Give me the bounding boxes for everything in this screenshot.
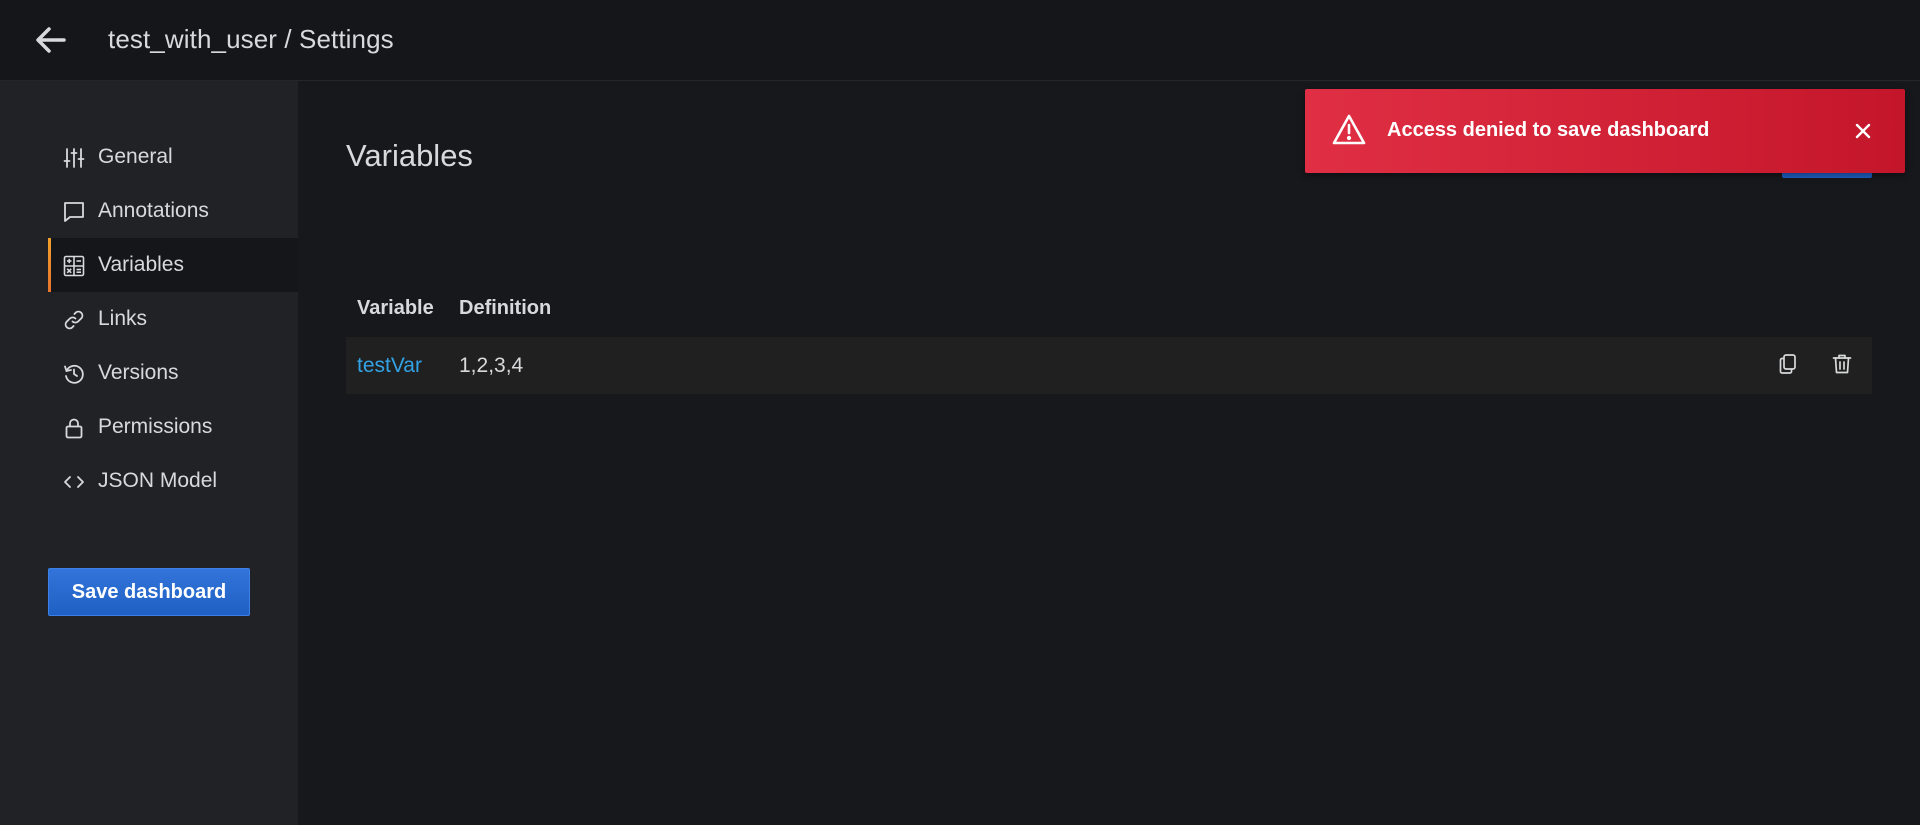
code-brackets-icon: [63, 471, 85, 493]
top-bar: test_with_user / Settings: [0, 0, 1920, 81]
sidebar-item-label: Permissions: [98, 415, 213, 438]
trash-icon[interactable]: [1828, 350, 1856, 378]
sidebar-item-versions[interactable]: Versions: [48, 346, 298, 400]
variable-definition: 1,2,3,4: [459, 354, 524, 377]
sidebar-item-label: Links: [98, 307, 148, 330]
sidebar-item-label: Variables: [98, 253, 184, 276]
back-button[interactable]: [26, 20, 74, 60]
settings-sidebar: General Annotations Variables Links Vers…: [0, 81, 298, 825]
sidebar-item-label: General: [98, 145, 173, 168]
page-title: test_with_user / Settings: [108, 24, 394, 54]
alert-message: Access denied to save dashboard: [1387, 119, 1710, 141]
close-icon[interactable]: [1849, 117, 1877, 145]
lock-icon: [63, 417, 85, 439]
column-header-variable: Variable: [357, 297, 434, 319]
sliders-icon: [63, 147, 85, 169]
sidebar-item-label: JSON Model: [98, 469, 218, 492]
sidebar-item-links[interactable]: Links: [48, 292, 298, 346]
sidebar-item-json-model[interactable]: JSON Model: [48, 454, 298, 508]
comment-icon: [63, 201, 85, 223]
sidebar-item-label: Annotations: [98, 199, 209, 222]
calculator-icon: [63, 255, 85, 277]
table-row: testVar 1,2,3,4: [346, 337, 1872, 394]
link-icon: [63, 309, 85, 331]
sidebar-item-permissions[interactable]: Permissions: [48, 400, 298, 454]
page-heading: Variables: [346, 138, 473, 173]
sidebar-item-annotations[interactable]: Annotations: [48, 184, 298, 238]
arrow-left-icon: [36, 27, 66, 53]
column-header-definition: Definition: [459, 297, 552, 319]
variable-name-link[interactable]: testVar: [357, 354, 422, 378]
error-alert: Access denied to save dashboard: [1305, 89, 1905, 173]
warning-triangle-icon: [1331, 113, 1367, 147]
history-icon: [63, 363, 85, 385]
save-dashboard-button[interactable]: Save dashboard: [48, 568, 250, 616]
sidebar-item-variables[interactable]: Variables: [48, 238, 298, 292]
duplicate-icon[interactable]: [1774, 350, 1802, 378]
sidebar-item-general[interactable]: General: [48, 130, 298, 184]
sidebar-item-label: Versions: [98, 361, 179, 384]
